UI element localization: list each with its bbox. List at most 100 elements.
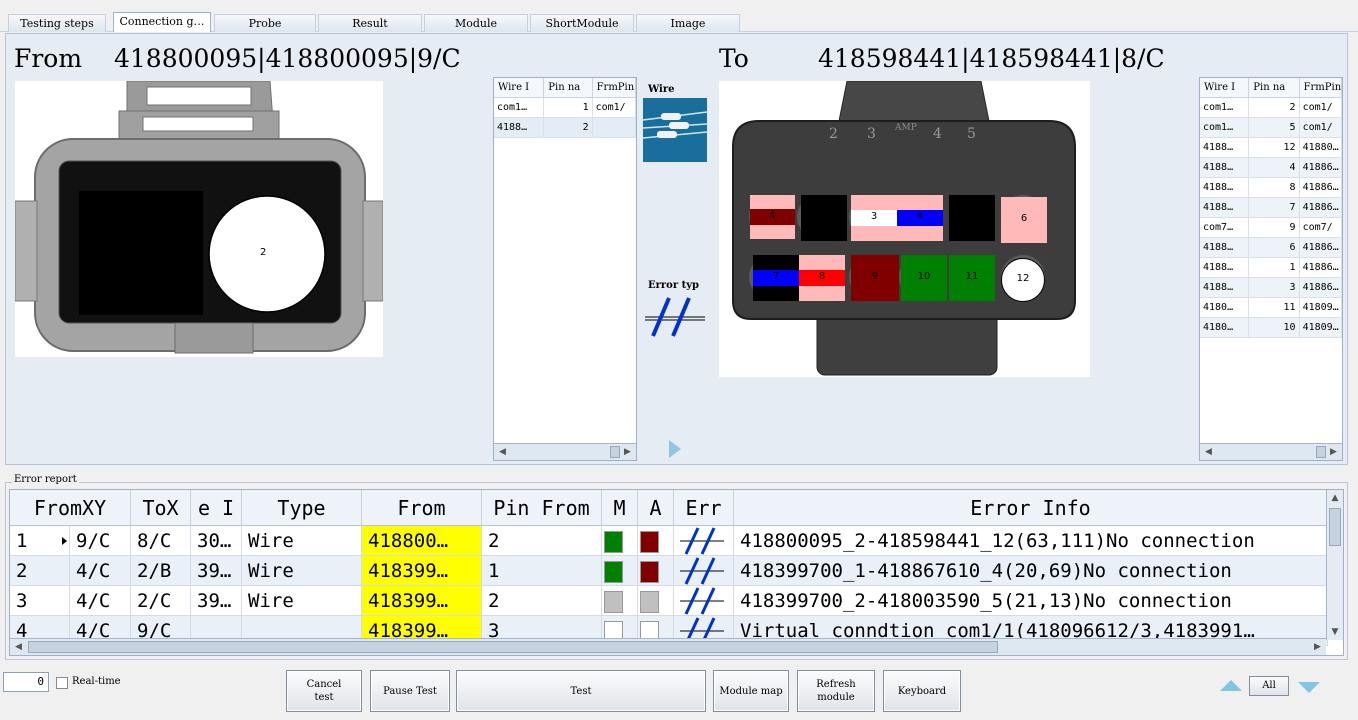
col-pin-name[interactable]: Pin na: [544, 78, 593, 98]
cavity-number: 4: [933, 126, 942, 142]
col-type[interactable]: Type: [242, 490, 362, 526]
to-label: To: [719, 44, 749, 73]
col-err[interactable]: Err: [674, 490, 734, 526]
table-row[interactable]: 4188… 6 41886…: [1200, 238, 1342, 258]
table-row[interactable]: 4188… 12 41880…: [1200, 138, 1342, 158]
table-row[interactable]: 4180… 10 41809…: [1200, 318, 1342, 338]
col-wire-id[interactable]: Wire I: [1200, 78, 1250, 98]
table-row[interactable]: 4180… 11 41809…: [1200, 298, 1342, 318]
col-to-x[interactable]: ToX: [131, 490, 191, 526]
table-row[interactable]: 4188… 4 41886…: [1200, 158, 1342, 178]
cell-index: 1: [10, 526, 70, 556]
table-row[interactable]: 1 9/C 8/C 30… Wire 418800… 2 418800095_2-418598…: [10, 526, 1328, 556]
from-table-hscroll[interactable]: ◀ ▶: [494, 443, 636, 460]
module-map-button[interactable]: Module map: [713, 670, 789, 712]
error-grid-vscroll[interactable]: ▲ ▼: [1326, 490, 1343, 640]
error-report-grid[interactable]: FromXY ToX e I Type From Pin From M A Er…: [9, 489, 1344, 656]
tab-probe[interactable]: Probe: [214, 14, 316, 32]
cell-error-info: 418800095_2-418598441_12(63,111)No conne…: [734, 526, 1328, 556]
tab-bar: Testing steps Connection g… Probe Result…: [0, 0, 1358, 32]
cell-index: 2: [10, 556, 70, 586]
scroll-left-icon[interactable]: ◀: [1200, 444, 1217, 460]
error-report-legend: Error report: [12, 474, 79, 485]
pin-3: 3: [851, 195, 897, 241]
cavity-number: 3: [867, 126, 876, 142]
realtime-label: Real-time: [72, 676, 121, 687]
tab-module[interactable]: Module: [424, 14, 528, 32]
cell-type: Wire: [242, 586, 362, 616]
cavity-number: 5: [967, 126, 976, 142]
refresh-module-button[interactable]: Refresh module: [797, 670, 875, 712]
scroll-down-icon[interactable]: ▼: [1327, 624, 1343, 640]
table-row[interactable]: 4188… 8 41886…: [1200, 178, 1342, 198]
table-row[interactable]: com1… 2 com1/: [1200, 98, 1342, 118]
scroll-thumb[interactable]: [28, 641, 998, 653]
table-row[interactable]: com1… 5 com1/: [1200, 118, 1342, 138]
table-row[interactable]: com1… 1 com1/: [494, 98, 636, 118]
cell-to-x: 2/B: [131, 556, 191, 586]
tab-testing-steps[interactable]: Testing steps: [8, 14, 106, 32]
table-row[interactable]: 3 4/C 2/C 39… Wire 418399… 2 418399700_2-418003…: [10, 586, 1328, 616]
tab-connection-graph[interactable]: Connection g…: [113, 12, 211, 32]
test-button[interactable]: Test: [456, 670, 706, 712]
cell-type: Wire: [242, 556, 362, 586]
cell-wire: 39…: [191, 586, 242, 616]
col-from[interactable]: From: [362, 490, 482, 526]
from-label: From: [14, 44, 83, 73]
col-frm-pin[interactable]: FrmPin: [1299, 78, 1342, 98]
scroll-thumb[interactable]: [1329, 508, 1341, 546]
scroll-left-icon[interactable]: ◀: [10, 639, 27, 655]
table-row[interactable]: com7… 9 com7/: [1200, 218, 1342, 238]
pin-6: 6: [1001, 197, 1047, 243]
m-color-swatch: [604, 591, 623, 613]
table-row[interactable]: 4188… 2: [494, 118, 636, 138]
a-color-swatch: [640, 561, 659, 583]
all-button[interactable]: All: [1249, 676, 1289, 696]
pin-10: 10: [901, 255, 947, 301]
col-frm-pin[interactable]: FrmPin: [592, 78, 636, 98]
a-color-swatch: [640, 591, 659, 613]
counter-field[interactable]: 0: [3, 672, 49, 692]
keyboard-button[interactable]: Keyboard: [883, 670, 961, 712]
from-pin-label: 2: [260, 247, 267, 258]
cell-to-x: 2/C: [131, 586, 191, 616]
col-wire-id[interactable]: e I: [191, 490, 242, 526]
a-color-swatch: [640, 531, 659, 553]
pause-test-button[interactable]: Pause Test: [370, 670, 450, 712]
tab-shortmodule[interactable]: ShortModule: [530, 14, 634, 32]
scroll-right-icon[interactable]: ▶: [619, 444, 636, 460]
arrow-right-icon[interactable]: [669, 440, 681, 458]
arrow-down-icon[interactable]: [1298, 682, 1320, 693]
pin-black: [801, 195, 847, 241]
table-row[interactable]: 4188… 7 41886…: [1200, 198, 1342, 218]
realtime-checkbox[interactable]: [56, 677, 68, 689]
col-from-xy[interactable]: FromXY: [10, 490, 131, 526]
table-row[interactable]: 4188… 1 41886…: [1200, 258, 1342, 278]
col-error-info[interactable]: Error Info: [734, 490, 1328, 526]
tab-image[interactable]: Image: [636, 14, 740, 32]
col-a[interactable]: A: [638, 490, 674, 526]
pin-11: 11: [949, 255, 995, 301]
col-m[interactable]: M: [602, 490, 638, 526]
scroll-right-icon[interactable]: ▶: [1325, 444, 1342, 460]
cell-from: 418399…: [362, 586, 482, 616]
to-table-hscroll[interactable]: ◀ ▶: [1200, 443, 1342, 460]
error-grid-hscroll[interactable]: ◀ ▶: [10, 638, 1326, 655]
scroll-left-icon[interactable]: ◀: [494, 444, 511, 460]
to-connector-id: 418598441|418598441|8/C: [818, 44, 1165, 73]
to-wire-table[interactable]: Wire I Pin na FrmPin com1… 2 com1/com1… 5 co…: [1199, 77, 1343, 461]
arrow-up-icon[interactable]: [1220, 680, 1242, 691]
cell-error-info: 418399700_1-418867610_4(20,69)No connect…: [734, 556, 1328, 586]
col-pin-from[interactable]: Pin From: [482, 490, 602, 526]
col-wire-id[interactable]: Wire I: [494, 78, 545, 98]
tab-result[interactable]: Result: [318, 14, 422, 32]
col-pin-name[interactable]: Pin na: [1249, 78, 1300, 98]
table-row[interactable]: 4188… 3 41886…: [1200, 278, 1342, 298]
scroll-up-icon[interactable]: ▲: [1327, 490, 1343, 506]
error-type-label: Error typ: [648, 280, 700, 291]
scroll-right-icon[interactable]: ▶: [1309, 639, 1326, 655]
table-row[interactable]: 2 4/C 2/B 39… Wire 418399… 1 418399700_1-418867…: [10, 556, 1328, 586]
amp-stamp: AMP: [895, 123, 917, 133]
from-wire-table[interactable]: Wire I Pin na FrmPin com1… 1 com1/ 4188……: [493, 77, 637, 461]
cancel-test-button[interactable]: Cancel test: [286, 670, 362, 712]
